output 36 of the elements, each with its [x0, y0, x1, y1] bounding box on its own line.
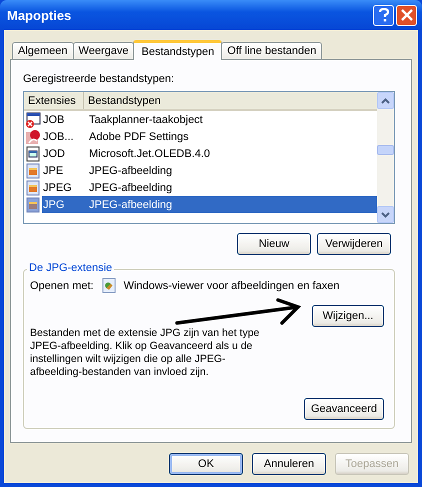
- file-type-cell-text: JPEG-afbeelding: [88, 180, 174, 196]
- tab[interactable]: Algemeen: [12, 42, 74, 59]
- advanced-button[interactable]: Geavanceerd: [304, 398, 384, 420]
- dialog-button[interactable]: OK: [169, 453, 243, 475]
- file-type-cell-text: Microsoft.Jet.OLEDB.4.0: [88, 146, 212, 162]
- file-type-cell-text: JPEG-afbeelding: [88, 164, 174, 178]
- open-with-label: Openen met:: [30, 280, 94, 292]
- tab[interactable]: Off line bestanden: [221, 42, 322, 59]
- extension-cell: JPG: [42, 196, 85, 213]
- window-title: Mapopties: [7, 8, 72, 22]
- tab[interactable]: Weergave: [72, 42, 134, 59]
- group-title: De JPG-extensie: [27, 262, 114, 274]
- file-type-cell: JPEG-afbeelding: [85, 196, 377, 213]
- change-button[interactable]: Wijzigen...: [312, 305, 384, 327]
- list-row[interactable]: JPEG JPEG-afbeelding: [24, 179, 377, 196]
- column-header[interactable]: Extensies: [24, 92, 84, 109]
- list-action-button[interactable]: Nieuw: [237, 233, 311, 255]
- dialog-button[interactable]: Annuleren: [252, 453, 326, 475]
- extension-cell-text: JOD: [42, 146, 66, 162]
- list-row[interactable]: JOB Taakplanner-taakobject: [24, 111, 377, 128]
- file-type-cell-text: Taakplanner-taakobject: [88, 112, 204, 128]
- list-label: Geregistreerde bestandstypen:: [23, 73, 176, 85]
- list-row[interactable]: JOD Microsoft.Jet.OLEDB.4.0: [24, 145, 377, 162]
- description-text: Bestanden met de extensie JPG zijn van het type JPEG-afbeelding. Klik op Geavanceerd als u de instellingen wilt wijzigen die op alle JPEG-afbeelding-bestanden van invloed zijn.: [30, 327, 260, 379]
- file-type-cell-text: Adobe PDF Settings: [88, 130, 190, 144]
- open-with-app: Windows-viewer voor afbeeldingen en faxen: [124, 280, 340, 292]
- tab[interactable]: Bestandstypen: [133, 40, 222, 60]
- extension-cell-text: JPEG: [42, 180, 73, 196]
- list-row[interactable]: JPE JPEG-afbeelding: [24, 162, 377, 179]
- extension-cell-text: JPE: [42, 164, 64, 178]
- extension-cell-text: JOB...: [42, 130, 75, 144]
- column-header[interactable]: Bestandstypen: [84, 92, 161, 109]
- list-row[interactable]: JPG JPEG-afbeelding: [24, 196, 377, 213]
- list-action-button[interactable]: Verwijderen: [317, 233, 391, 255]
- list-row[interactable]: JOB... Adobe PDF Settings: [24, 128, 377, 145]
- extension-cell-text: JOB: [42, 112, 66, 128]
